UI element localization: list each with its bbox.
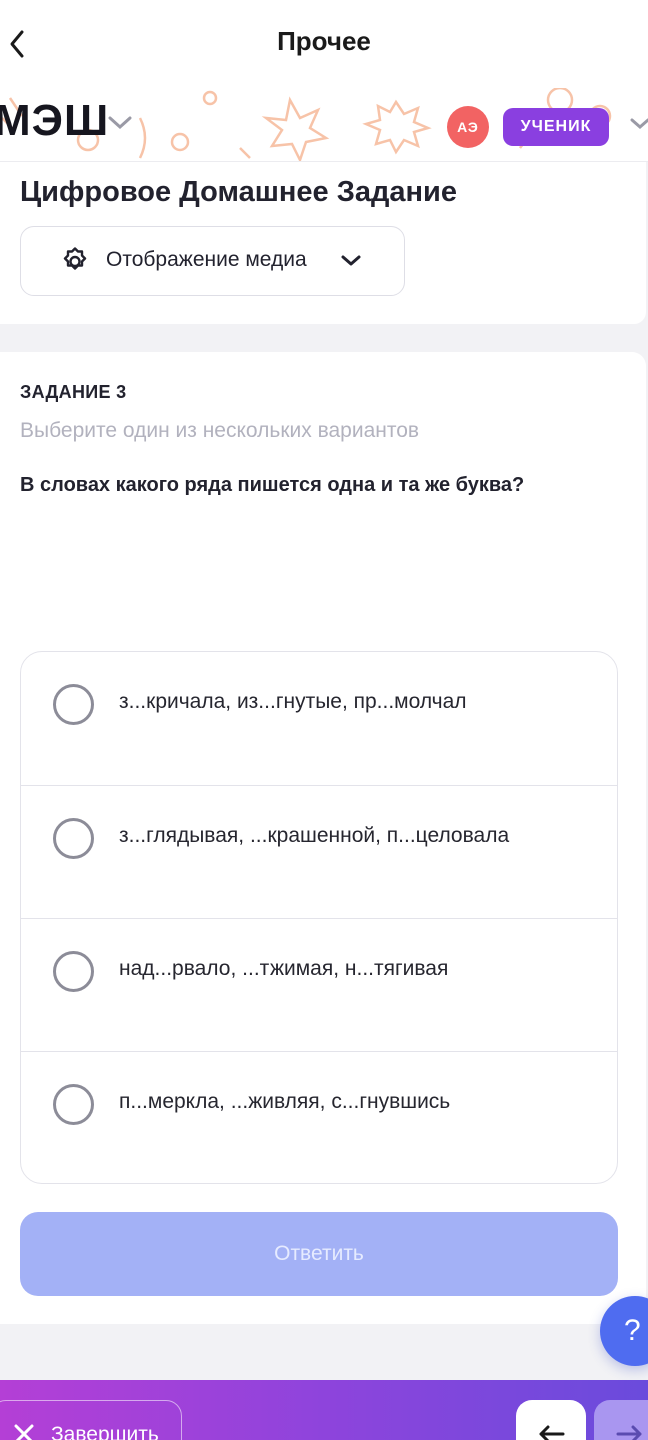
answer-options: з...кричала, из...гнутые, пр...молчал з.… [20, 651, 618, 1184]
finish-button-label: Завершить [51, 1423, 159, 1440]
radio-button[interactable] [53, 684, 94, 725]
previous-task-button[interactable] [516, 1400, 586, 1440]
close-icon [14, 1424, 34, 1440]
radio-button[interactable] [53, 818, 94, 859]
gear-icon [63, 247, 87, 270]
task-card: ЗАДАНИЕ 3 Выберите один из нескольких ва… [0, 352, 646, 1324]
submit-answer-button[interactable]: Ответить [20, 1212, 618, 1296]
chevron-down-icon[interactable] [106, 114, 134, 132]
task-question: В словах какого ряда пишется одна и та ж… [20, 474, 525, 496]
bottom-bar: Завершить [0, 1380, 648, 1440]
finish-button[interactable]: Завершить [0, 1400, 182, 1440]
top-bar: Прочее [0, 0, 648, 88]
answer-option-text: над...рвало, ...тжимая, н...тягивая [119, 957, 449, 980]
chevron-down-icon [341, 255, 361, 266]
answer-option-4[interactable]: п...меркла, ...живляя, с...гнувшись [21, 1051, 617, 1183]
task-number: ЗАДАНИЕ 3 [20, 382, 127, 402]
answer-option-text: п...меркла, ...живляя, с...гнувшись [119, 1090, 451, 1113]
app-banner: МЭШ АЭ УЧЕНИК [0, 88, 648, 162]
answer-option-1[interactable]: з...кричала, из...гнутые, пр...молчал [21, 652, 617, 785]
radio-button[interactable] [53, 951, 94, 992]
role-badge[interactable]: УЧЕНИК [503, 108, 609, 146]
page-title: Прочее [277, 26, 371, 56]
task-hint: Выберите один из нескольких вариантов [20, 419, 420, 442]
section-card: Цифровое Домашнее Задание Отображение ме… [0, 162, 646, 324]
next-task-button[interactable] [594, 1400, 648, 1440]
answer-option-2[interactable]: з...глядывая, ...крашенной, п...целовала [21, 785, 617, 918]
mesh-logo: МЭШ [0, 96, 110, 145]
chevron-down-icon[interactable] [628, 116, 648, 132]
avatar[interactable]: АЭ [447, 106, 489, 148]
arrow-left-icon [539, 1425, 565, 1440]
answer-option-3[interactable]: над...рвало, ...тжимая, н...тягивая [21, 918, 617, 1051]
section-title: Цифровое Домашнее Задание [20, 176, 458, 208]
media-dropdown-label: Отображение медиа [106, 248, 307, 271]
arrow-right-icon [616, 1425, 642, 1440]
answer-option-text: з...кричала, из...гнутые, пр...молчал [119, 690, 467, 713]
radio-button[interactable] [53, 1084, 94, 1125]
media-display-dropdown[interactable]: Отображение медиа [20, 226, 405, 296]
answer-option-text: з...глядывая, ...крашенной, п...целовала [119, 824, 510, 847]
